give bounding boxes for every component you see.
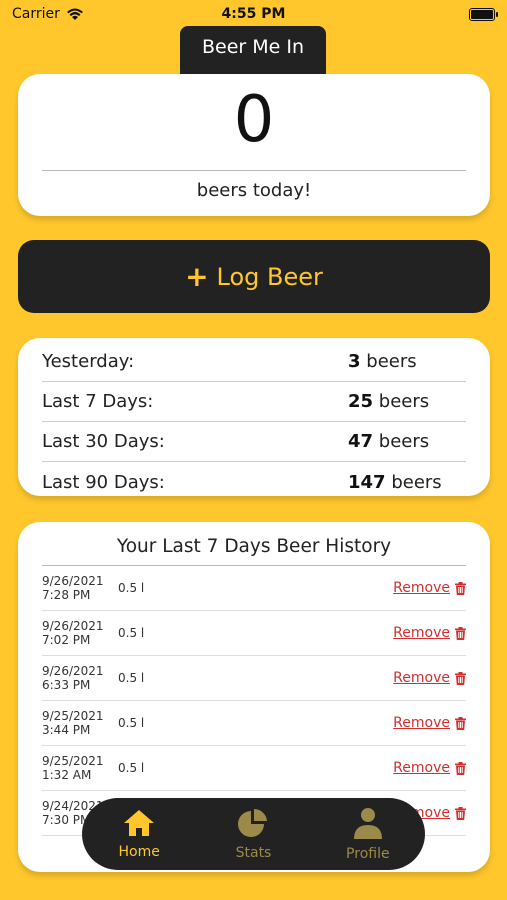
nav-item-home[interactable]: Home xyxy=(94,808,184,860)
wifi-icon xyxy=(66,8,83,20)
remove-label: Remove xyxy=(393,625,450,641)
home-icon xyxy=(122,808,156,842)
nav-label: Home xyxy=(118,844,160,860)
status-bar: Carrier 4:55 PM xyxy=(0,0,507,28)
carrier-label: Carrier xyxy=(12,6,60,22)
today-card: 0 beers today! xyxy=(18,74,490,216)
history-row: 9/26/2021 6:33 PM 0.5 l Remove xyxy=(42,656,466,701)
history-amount: 0.5 l xyxy=(118,626,145,640)
history-row: 9/25/2021 1:32 AM 0.5 l Remove xyxy=(42,746,466,791)
log-beer-button[interactable]: + Log Beer xyxy=(18,240,490,313)
summary-unit: beers xyxy=(366,351,417,372)
summary-count: 25 xyxy=(348,391,374,412)
history-time: 6:33 PM xyxy=(42,678,91,692)
summary-label: Last 30 Days: xyxy=(42,431,165,452)
history-row: 9/25/2021 3:44 PM 0.5 l Remove xyxy=(42,701,466,746)
history-datetime: 9/26/2021 7:02 PM xyxy=(42,619,118,647)
history-title: Your Last 7 Days Beer History xyxy=(42,522,466,566)
remove-button[interactable]: Remove xyxy=(393,715,466,731)
history-datetime: 9/26/2021 6:33 PM xyxy=(42,664,118,692)
trash-icon xyxy=(455,626,466,640)
remove-label: Remove xyxy=(393,580,450,596)
remove-button[interactable]: Remove xyxy=(393,625,466,641)
summary-label: Yesterday: xyxy=(42,351,135,372)
battery-icon xyxy=(469,7,498,21)
today-label: beers today! xyxy=(196,180,312,201)
history-date: 9/25/2021 xyxy=(42,754,104,768)
summary-label: Last 7 Days: xyxy=(42,391,154,412)
today-count: 0 xyxy=(233,83,275,157)
summary-value: 3 beers xyxy=(348,351,466,372)
summary-count: 47 xyxy=(348,431,374,452)
remove-label: Remove xyxy=(393,760,450,776)
nav-item-stats[interactable]: Stats xyxy=(208,807,298,861)
remove-button[interactable]: Remove xyxy=(393,580,466,596)
bottom-nav: Home Stats Profile xyxy=(82,798,425,870)
pie-chart-icon xyxy=(236,807,270,843)
history-datetime: 9/25/2021 3:44 PM xyxy=(42,709,118,737)
nav-label: Profile xyxy=(346,846,390,862)
history-date: 9/26/2021 xyxy=(42,619,104,633)
history-amount: 0.5 l xyxy=(118,581,145,595)
history-amount: 0.5 l xyxy=(118,671,145,685)
summary-label: Last 90 Days: xyxy=(42,471,165,493)
plus-icon: + xyxy=(185,260,209,293)
summary-row: Last 90 Days: 147 beers xyxy=(42,462,466,502)
trash-icon xyxy=(455,761,466,775)
summary-row: Last 30 Days: 47 beers xyxy=(42,422,466,462)
history-time: 7:28 PM xyxy=(42,588,91,602)
nav-label: Stats xyxy=(235,845,272,861)
history-row: 9/26/2021 7:02 PM 0.5 l Remove xyxy=(42,611,466,656)
history-time: 7:02 PM xyxy=(42,633,91,647)
log-beer-label: Log Beer xyxy=(216,262,323,291)
history-amount: 0.5 l xyxy=(118,716,145,730)
history-date: 9/26/2021 xyxy=(42,574,104,588)
summary-count: 147 xyxy=(348,471,386,493)
remove-label: Remove xyxy=(393,715,450,731)
summary-value: 47 beers xyxy=(348,431,466,452)
summary-value: 147 beers xyxy=(348,472,466,493)
summary-unit: beers xyxy=(378,431,430,452)
history-datetime: 9/25/2021 1:32 AM xyxy=(42,754,118,782)
tab-beer-me-in[interactable]: Beer Me In xyxy=(180,26,326,74)
history-datetime: 9/26/2021 7:28 PM xyxy=(42,574,118,602)
history-amount: 0.5 l xyxy=(118,761,145,775)
summary-row: Last 7 Days: 25 beers xyxy=(42,382,466,422)
trash-icon xyxy=(455,581,466,595)
summary-card: Yesterday: 3 beers Last 7 Days: 25 beers Las… xyxy=(18,338,490,496)
summary-count: 3 xyxy=(348,351,361,372)
person-icon xyxy=(351,806,385,844)
history-time: 1:32 AM xyxy=(42,768,92,782)
summary-unit: beers xyxy=(378,391,430,412)
history-time: 3:44 PM xyxy=(42,723,91,737)
history-date: 9/26/2021 xyxy=(42,664,104,678)
summary-row: Yesterday: 3 beers xyxy=(42,342,466,382)
history-row: 9/26/2021 7:28 PM 0.5 l Remove xyxy=(42,566,466,611)
remove-button[interactable]: Remove xyxy=(393,760,466,776)
trash-icon xyxy=(455,716,466,730)
trash-icon xyxy=(455,671,466,685)
summary-value: 25 beers xyxy=(348,391,466,412)
summary-unit: beers xyxy=(391,471,442,493)
remove-label: Remove xyxy=(393,670,450,686)
history-date: 9/25/2021 xyxy=(42,709,104,723)
divider xyxy=(42,170,466,171)
nav-item-profile[interactable]: Profile xyxy=(323,806,413,862)
trash-icon xyxy=(455,806,466,820)
remove-button[interactable]: Remove xyxy=(393,670,466,686)
